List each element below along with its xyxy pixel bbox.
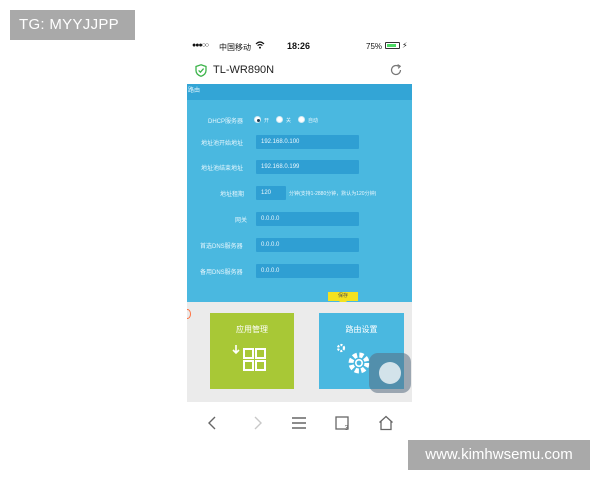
battery-percent: 75%	[366, 42, 383, 51]
wifi-icon	[255, 41, 265, 49]
pool-start-label: 地址池开始地址	[201, 141, 244, 147]
panel-header: 路由	[187, 84, 412, 100]
lease-time-hint: 分钟(支持1-2880分钟，默认为120分钟)	[289, 191, 377, 197]
refresh-icon[interactable]	[389, 63, 403, 77]
shield-check-icon	[195, 64, 207, 77]
lease-time-input[interactable]: 120	[256, 186, 286, 200]
phone-screen: ●●●○○ 中国移动 18:26 75% ⚡ TL-WR890N 路由 DHCP…	[187, 36, 412, 446]
dhcp-radio-off-label: 关	[286, 118, 292, 124]
dhcp-radio-off[interactable]	[276, 116, 283, 123]
clock: 18:26	[287, 41, 311, 51]
battery-icon	[385, 42, 400, 49]
primary-dns-label: 首选DNS服务器	[200, 244, 243, 250]
menu-icon[interactable]	[290, 414, 308, 432]
floating-assist-button[interactable]	[369, 353, 411, 393]
gateway-label: 网关	[235, 218, 248, 224]
dhcp-radio-auto-label: 自动	[308, 118, 319, 124]
dhcp-radio-on[interactable]	[254, 116, 261, 123]
dhcp-radio-auto[interactable]	[298, 116, 305, 123]
app-title: TL-WR890N	[213, 64, 275, 76]
home-icon[interactable]	[377, 414, 395, 432]
secondary-dns-label: 备用DNS服务器	[200, 270, 243, 276]
apps-download-icon	[232, 345, 266, 371]
panel-corner-text: 路由	[188, 88, 201, 94]
app-management-label: 应用管理	[236, 325, 268, 334]
app-bar: TL-WR890N	[187, 60, 412, 82]
pool-end-label: 地址池结束地址	[201, 166, 244, 172]
watermark-top: TG: MYYJJPP	[10, 10, 135, 40]
router-settings-label: 路由设置	[345, 325, 378, 334]
charging-icon: ⚡	[402, 41, 408, 50]
pool-end-input[interactable]: 192.168.0.199	[256, 160, 359, 174]
save-button[interactable]: 保存	[328, 292, 358, 301]
carrier-name: 中国移动	[219, 43, 251, 52]
lease-time-label: 地址租期	[220, 192, 245, 198]
app-management-tile[interactable]: 应用管理	[210, 313, 294, 389]
watermark-bottom: www.kimhwsemu.com	[408, 440, 590, 470]
secondary-dns-input[interactable]: 0.0.0.0	[256, 264, 359, 278]
tabs-icon[interactable]: 3	[334, 414, 352, 432]
tabs-count: 3	[345, 425, 349, 432]
dhcp-radio-on-label: 开	[264, 118, 270, 124]
status-bar: ●●●○○ 中国移动 18:26 75% ⚡	[187, 36, 412, 56]
dhcp-server-label: DHCP服务器	[208, 119, 244, 125]
browser-nav-bar: 3	[187, 402, 412, 446]
pool-start-input[interactable]: 192.168.0.100	[256, 135, 359, 149]
gateway-input[interactable]: 0.0.0.0	[256, 212, 359, 226]
back-icon[interactable]	[204, 414, 222, 432]
signal-strength: ●●●○○	[192, 42, 209, 49]
primary-dns-input[interactable]: 0.0.0.0	[256, 238, 359, 252]
forward-icon[interactable]	[248, 414, 266, 432]
